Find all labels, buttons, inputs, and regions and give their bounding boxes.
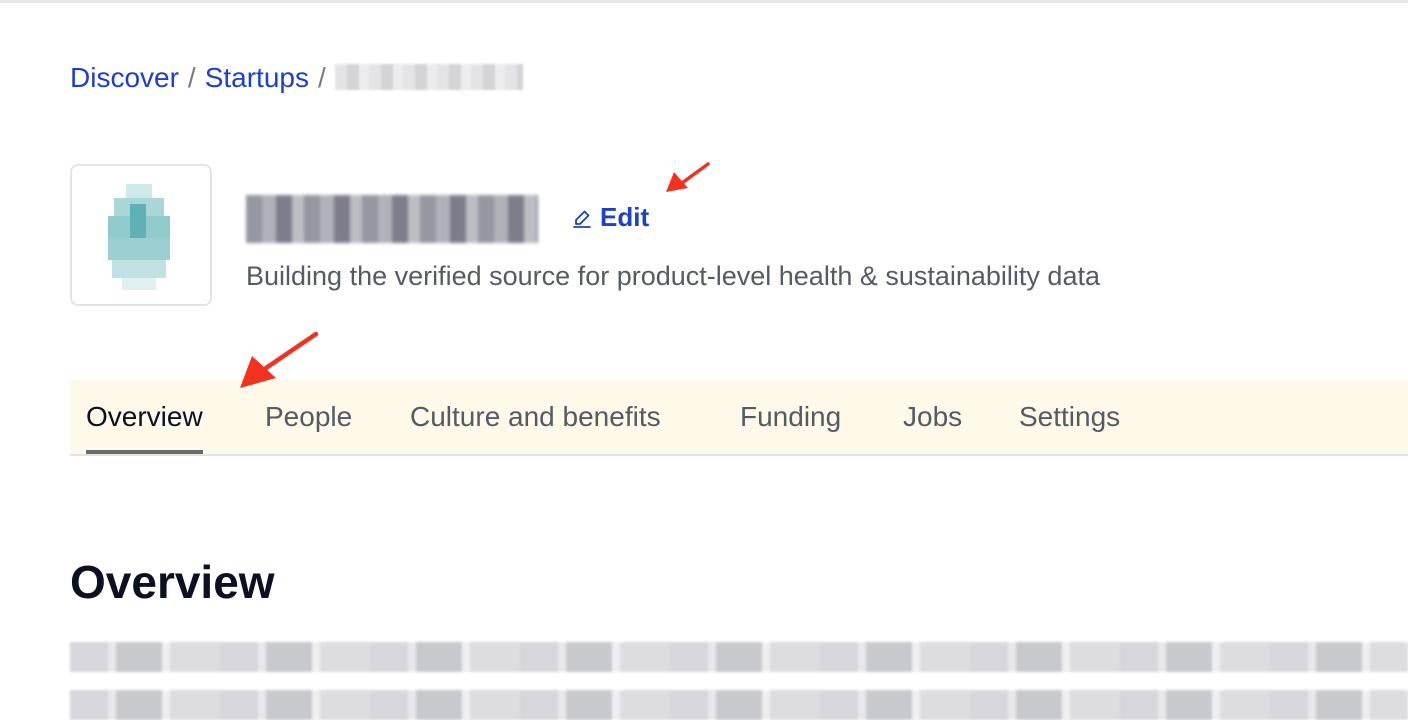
annotation-arrow-edit — [666, 162, 710, 192]
tab-settings[interactable]: Settings — [1003, 380, 1136, 454]
tab-culture-and-benefits[interactable]: Culture and benefits — [394, 380, 677, 454]
tab-funding[interactable]: Funding — [724, 380, 857, 454]
breadcrumb-current-redacted — [334, 64, 523, 90]
pencil-icon — [572, 202, 594, 236]
company-tagline: Building the verified source for product… — [246, 261, 1100, 291]
company-name-redacted — [246, 195, 538, 243]
breadcrumb-startups[interactable]: Startups — [205, 62, 309, 93]
edit-button[interactable]: Edit — [572, 200, 649, 236]
tab-overview[interactable]: Overview — [70, 380, 219, 454]
overview-text-redacted — [70, 690, 1408, 720]
edit-label: Edit — [600, 202, 650, 232]
breadcrumb: Discover / Startups / — [70, 58, 523, 98]
top-divider — [0, 0, 1408, 3]
company-logo-image — [96, 174, 182, 302]
breadcrumb-discover[interactable]: Discover — [70, 62, 179, 93]
tab-people[interactable]: People — [249, 380, 368, 454]
overview-text-redacted — [70, 642, 1408, 672]
company-logo — [70, 164, 212, 306]
breadcrumb-separator: / — [187, 62, 196, 93]
tab-jobs[interactable]: Jobs — [887, 380, 978, 454]
overview-heading: Overview — [70, 556, 275, 608]
breadcrumb-separator: / — [317, 62, 326, 93]
tab-bar: Overview People Culture and benefits Fun… — [70, 380, 1408, 456]
